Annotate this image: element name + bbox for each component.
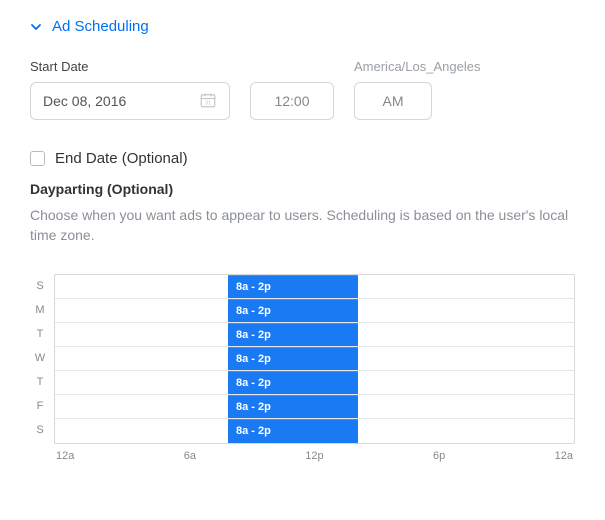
day-label: W	[30, 346, 50, 370]
schedule-selection[interactable]: 8a - 2p	[228, 275, 358, 298]
chevron-down-icon	[30, 21, 42, 33]
schedule-selection[interactable]: 8a - 2p	[228, 323, 358, 346]
dayparting-grid: SMTWTFS 8a - 2p8a - 2p8a - 2p8a - 2p8a -…	[30, 274, 575, 444]
start-ampm-value: AM	[383, 93, 404, 109]
schedule-row[interactable]: 8a - 2p	[55, 323, 574, 347]
schedule-row[interactable]: 8a - 2p	[55, 275, 574, 299]
time-tick: 6a	[184, 450, 196, 462]
time-tick: 12a	[555, 450, 573, 462]
time-tick: 6p	[433, 450, 445, 462]
time-tick: 12a	[56, 450, 74, 462]
day-label: F	[30, 394, 50, 418]
start-date-row: Start Date Dec 08, 2016 31 12:00 America…	[30, 59, 575, 120]
dayparting-label: Dayparting (Optional)	[30, 181, 575, 197]
schedule-selection[interactable]: 8a - 2p	[228, 395, 358, 418]
day-label: S	[30, 274, 50, 298]
schedule-selection[interactable]: 8a - 2p	[228, 371, 358, 394]
schedule-row[interactable]: 8a - 2p	[55, 299, 574, 323]
start-time-value: 12:00	[274, 93, 309, 109]
end-date-row[interactable]: End Date (Optional)	[30, 150, 575, 167]
schedule-row[interactable]: 8a - 2p	[55, 371, 574, 395]
end-date-checkbox[interactable]	[30, 151, 45, 166]
time-tick: 12p	[305, 450, 323, 462]
start-date-input[interactable]: Dec 08, 2016 31	[30, 82, 230, 120]
section-header[interactable]: Ad Scheduling	[30, 18, 575, 35]
time-axis: 12a 6a 12p 6p 12a	[54, 450, 575, 462]
day-labels-column: SMTWTFS	[30, 274, 50, 444]
svg-text:31: 31	[205, 100, 211, 106]
day-label: T	[30, 370, 50, 394]
spacer-label	[250, 59, 334, 74]
schedule-row[interactable]: 8a - 2p	[55, 395, 574, 419]
start-date-label: Start Date	[30, 59, 230, 74]
timezone-label: America/Los_Angeles	[354, 59, 480, 74]
schedule-row[interactable]: 8a - 2p	[55, 419, 574, 443]
schedule-selection[interactable]: 8a - 2p	[228, 299, 358, 322]
schedule-selection[interactable]: 8a - 2p	[228, 347, 358, 370]
schedule-row[interactable]: 8a - 2p	[55, 347, 574, 371]
start-date-value: Dec 08, 2016	[43, 93, 126, 109]
dayparting-helper: Choose when you want ads to appear to us…	[30, 205, 575, 246]
schedule-grid[interactable]: 8a - 2p8a - 2p8a - 2p8a - 2p8a - 2p8a - …	[54, 274, 575, 444]
section-title: Ad Scheduling	[52, 18, 149, 35]
start-time-input[interactable]: 12:00	[250, 82, 334, 120]
calendar-icon: 31	[199, 91, 217, 112]
start-ampm-input[interactable]: AM	[354, 82, 432, 120]
end-date-label: End Date (Optional)	[55, 150, 188, 167]
day-label: M	[30, 298, 50, 322]
day-label: S	[30, 418, 50, 442]
schedule-selection[interactable]: 8a - 2p	[228, 419, 358, 443]
day-label: T	[30, 322, 50, 346]
